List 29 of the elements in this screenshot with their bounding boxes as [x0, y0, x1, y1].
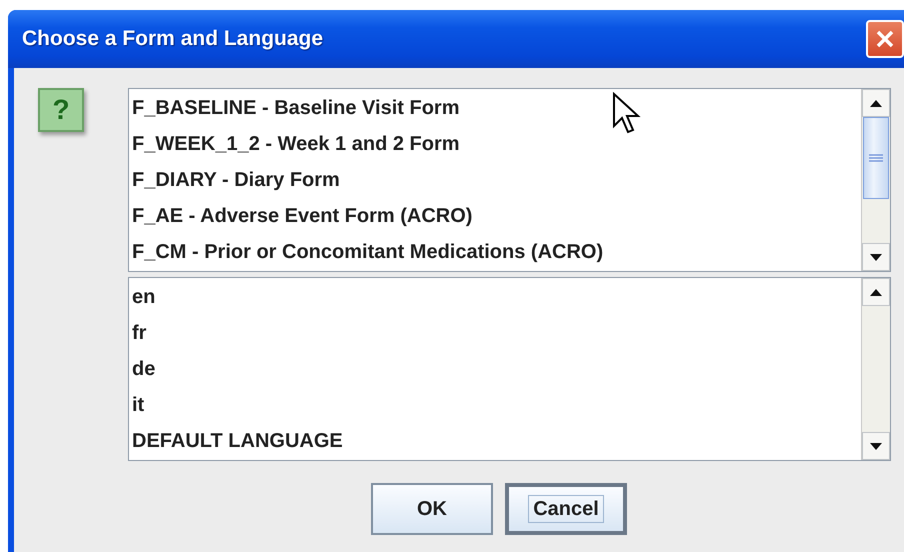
scroll-up-button[interactable] [862, 278, 890, 306]
dialog-button[interactable]: Cancel [505, 483, 627, 535]
scroll-down-button[interactable] [862, 243, 890, 271]
scroll-up-button[interactable] [862, 89, 890, 117]
question-icon: ? [38, 88, 84, 132]
scrollbar[interactable] [861, 89, 890, 271]
close-button[interactable] [866, 20, 904, 58]
up-arrow-icon [870, 100, 882, 106]
list-item[interactable]: DEFAULT LANGUAGE [129, 423, 861, 459]
list-item[interactable]: F_CM - Prior or Concomitant Medications (ACRO) [129, 234, 861, 270]
scroll-down-button[interactable] [862, 432, 890, 460]
down-arrow-icon [870, 442, 882, 450]
dialog-button[interactable]: OK [371, 483, 493, 535]
mouse-cursor-icon [612, 92, 642, 136]
list-item[interactable]: fr [129, 315, 861, 351]
close-icon [875, 29, 895, 49]
up-arrow-icon [870, 288, 882, 296]
scrollbar[interactable] [861, 278, 890, 460]
list-item[interactable]: F_BASELINE - Baseline Visit Form [129, 90, 861, 126]
list-item[interactable]: de [129, 351, 861, 387]
list-item[interactable]: F_AE - Adverse Event Form (ACRO) [129, 198, 861, 234]
scroll-thumb[interactable] [863, 117, 889, 199]
window-title: Choose a Form and Language [22, 26, 324, 52]
list-item[interactable]: en [129, 279, 861, 315]
grip-icon [869, 154, 883, 162]
list-item[interactable]: F_WEEK_1_2 - Week 1 and 2 Form [129, 126, 861, 162]
list-item[interactable]: it [129, 387, 861, 423]
down-arrow-icon [870, 254, 882, 260]
list-item[interactable]: F_DIARY - Diary Form [129, 162, 861, 198]
